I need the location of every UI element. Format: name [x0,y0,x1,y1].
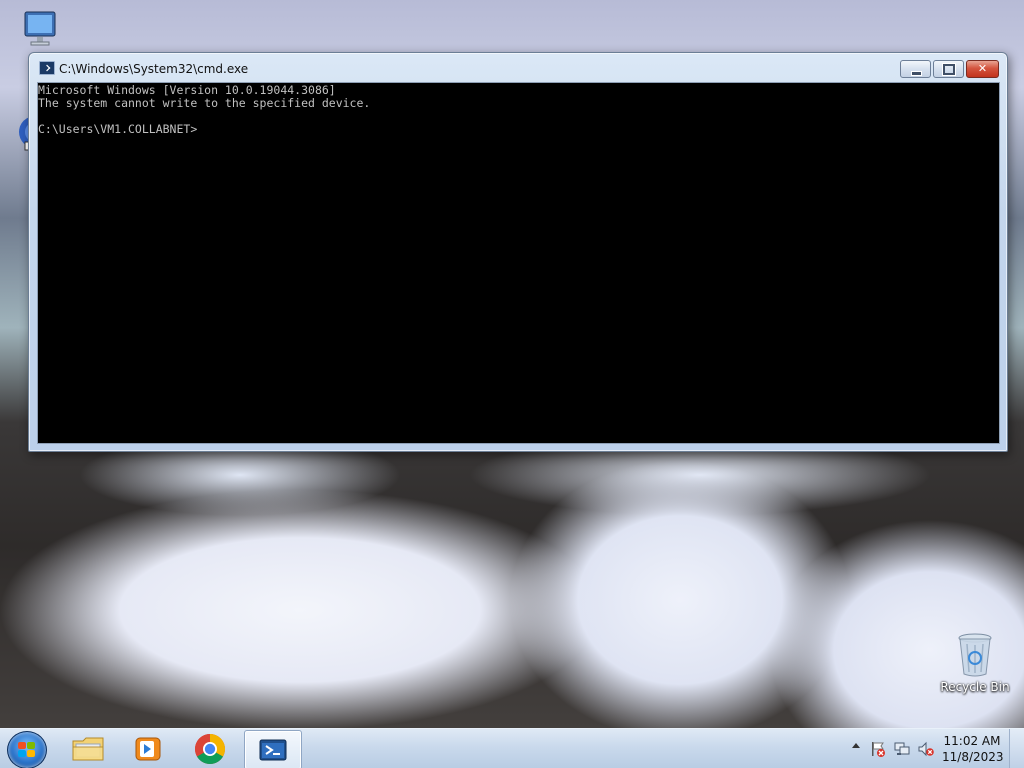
desktop-icon-recycle-bin[interactable]: Recycle Bin [940,630,1010,694]
window-title: C:\Windows\System32\cmd.exe [59,62,249,76]
desktop: Co D Recycle Bin C:\Windows\System32\cmd… [0,0,1024,728]
maximize-icon [942,63,956,76]
clock[interactable]: 11:02 AM 11/8/2023 [942,733,1004,765]
close-icon: ✕ [977,62,988,75]
clock-time: 11:02 AM [943,734,1001,748]
minimize-icon [911,71,922,76]
clock-date: 11/8/2023 [942,750,1004,764]
network-icon[interactable] [894,741,910,757]
start-button[interactable] [7,731,47,768]
close-button[interactable]: ✕ [966,60,999,78]
console-line: The system cannot write to the specified… [38,96,371,110]
console-output[interactable]: Microsoft Windows [Version 10.0.19044.30… [37,82,1000,444]
taskbar-chrome[interactable] [182,730,238,768]
command-prompt-icon [39,61,55,75]
system-tray: 11:02 AM 11/8/2023 [834,729,1024,768]
show-desktop-button[interactable] [1009,729,1024,768]
maximize-button[interactable] [933,60,964,78]
cmd-window[interactable]: C:\Windows\System32\cmd.exe ✕ Microsoft … [28,52,1008,452]
computer-icon [24,11,56,46]
recycle-bin-icon [958,633,992,677]
action-center-flag-icon[interactable] [870,741,886,757]
taskbar-file-explorer[interactable] [60,730,116,768]
show-hidden-icons-arrow[interactable] [852,743,860,748]
console-line [38,109,999,122]
chrome-icon [194,734,226,765]
taskbar: 11:02 AM 11/8/2023 [0,728,1024,768]
folder-icon [72,737,104,761]
console-line: Microsoft Windows [Version 10.0.19044.30… [38,83,336,97]
windows-start-icon [18,742,36,758]
media-player-icon [135,737,161,761]
window-titlebar[interactable]: C:\Windows\System32\cmd.exe ✕ [29,53,1007,81]
window-controls: ✕ [900,60,999,78]
taskbar-command-prompt[interactable] [244,730,302,768]
command-prompt-icon [259,739,287,761]
minimize-button[interactable] [900,60,931,78]
desktop-icon-label: Recycle Bin [940,680,1010,694]
volume-muted-icon[interactable] [918,741,934,757]
console-prompt[interactable]: C:\Users\VM1.COLLABNET> [38,122,999,135]
taskbar-media-player[interactable] [120,730,176,768]
